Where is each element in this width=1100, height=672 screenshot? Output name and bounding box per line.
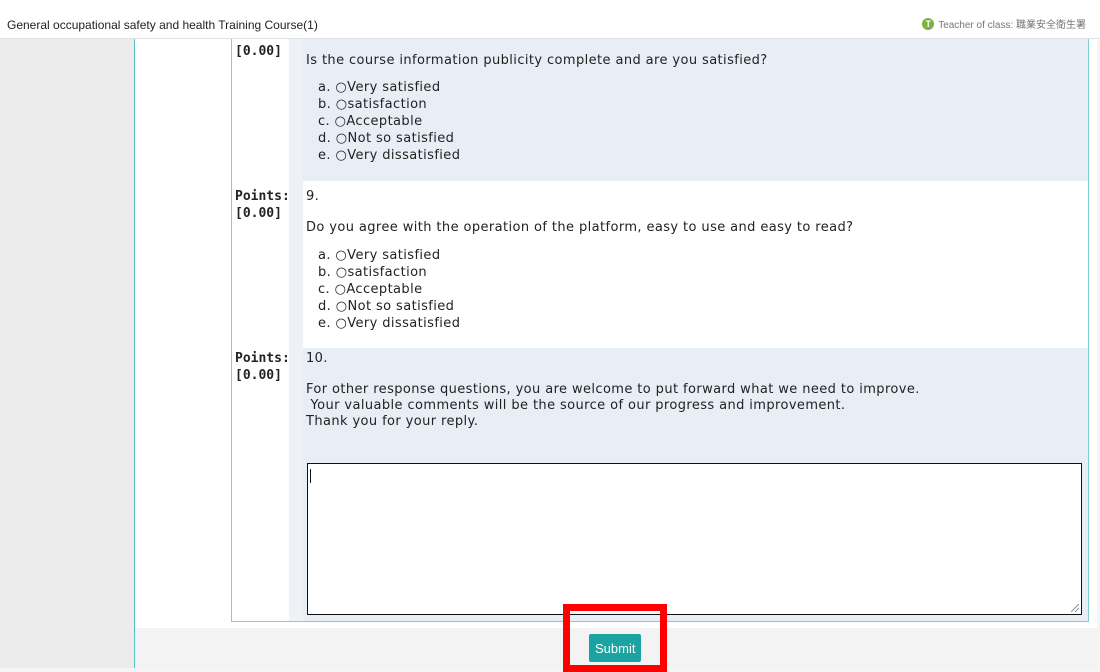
question-text-line-2: Your valuable comments will be the sourc… bbox=[306, 398, 846, 413]
option-a[interactable]: a. ○Very satisfied bbox=[318, 79, 460, 96]
question-table: Points: [0.00] 8. Is the course informat… bbox=[231, 32, 1089, 622]
option-d[interactable]: d. ○Not so satisfied bbox=[318, 130, 460, 147]
options-list: a. ○Very satisfied b. ○satisfaction c. ○… bbox=[318, 79, 460, 164]
points-label: Points: bbox=[235, 189, 290, 204]
teacher-icon: T bbox=[922, 17, 935, 30]
survey-content: Points: [0.00] 8. Is the course informat… bbox=[134, 32, 1097, 672]
question-text-line-3: Thank you for your reply. bbox=[306, 414, 479, 429]
question-row-9: Points: [0.00] 9. Do you agree with the … bbox=[232, 186, 1088, 348]
text-caret bbox=[310, 469, 311, 483]
question-text: Do you agree with the operation of the p… bbox=[306, 220, 854, 235]
question-row-8: Points: [0.00] 8. Is the course informat… bbox=[232, 33, 1088, 181]
highlight-annotation bbox=[563, 604, 667, 672]
course-title: General occupational safety and health T… bbox=[7, 18, 318, 32]
option-b[interactable]: b. ○satisfaction bbox=[318, 264, 460, 281]
left-rail bbox=[0, 38, 134, 668]
option-a[interactable]: a. ○Very satisfied bbox=[318, 247, 460, 264]
points-label: Points: bbox=[235, 351, 290, 366]
question-text: Is the course information publicity comp… bbox=[306, 53, 768, 68]
points-value: [0.00] bbox=[235, 368, 282, 383]
options-list: a. ○Very satisfied b. ○satisfaction c. ○… bbox=[318, 247, 460, 332]
response-textarea[interactable] bbox=[307, 463, 1082, 615]
option-e[interactable]: e. ○Very dissatisfied bbox=[318, 147, 460, 164]
question-number: 10. bbox=[306, 351, 328, 366]
teacher-label: Teacher of class: 職業安全衛生署 bbox=[938, 20, 1086, 31]
option-d[interactable]: d. ○Not so satisfied bbox=[318, 298, 460, 315]
option-c[interactable]: c. ○Acceptable bbox=[318, 113, 460, 130]
option-b[interactable]: b. ○satisfaction bbox=[318, 96, 460, 113]
question-number: 9. bbox=[306, 189, 320, 204]
points-value: [0.00] bbox=[235, 44, 282, 59]
option-e[interactable]: e. ○Very dissatisfied bbox=[318, 315, 460, 332]
teacher-info: T Teacher of class: 職業安全衛生署 bbox=[922, 16, 1086, 31]
question-text-line-1: For other response questions, you are we… bbox=[306, 382, 920, 397]
resize-handle[interactable] bbox=[1071, 604, 1079, 612]
top-bar: General occupational safety and health T… bbox=[0, 0, 1100, 39]
option-c[interactable]: c. ○Acceptable bbox=[318, 281, 460, 298]
points-value: [0.00] bbox=[235, 206, 282, 221]
